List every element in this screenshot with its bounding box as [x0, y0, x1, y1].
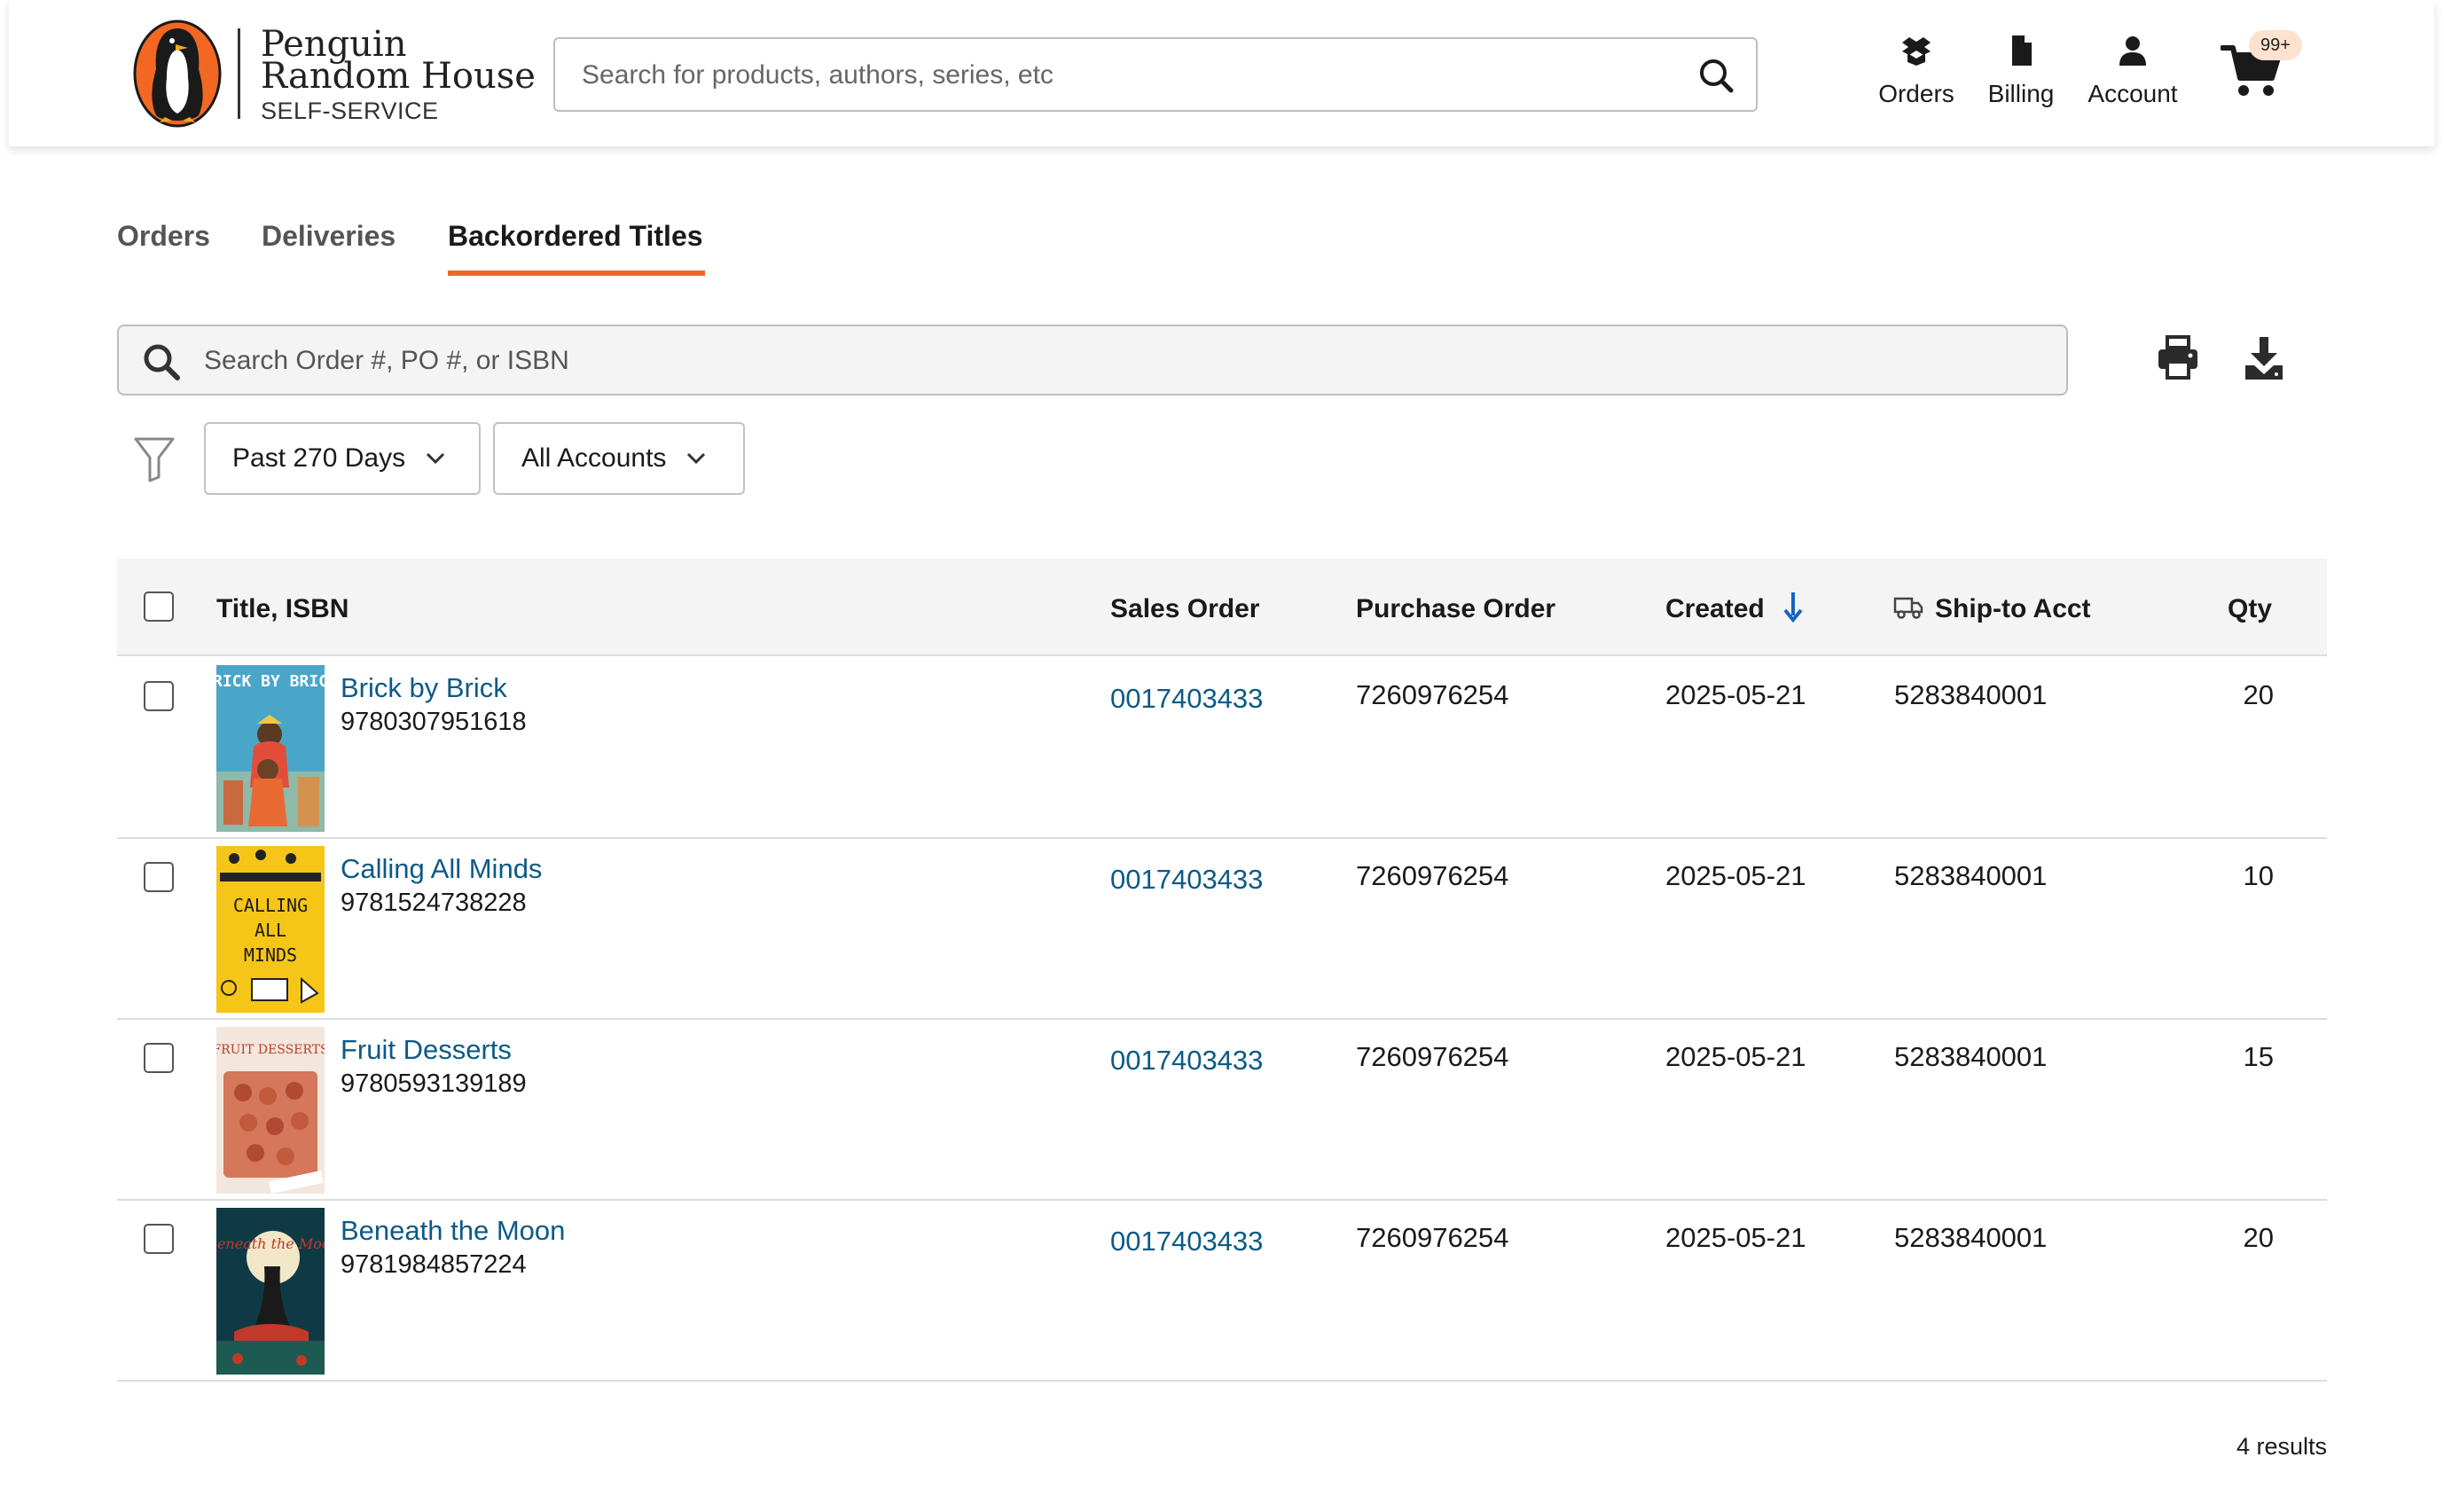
sales-order-link[interactable]: 0017403433 — [1110, 1226, 1263, 1257]
quantity: 20 — [2243, 679, 2274, 710]
cover-title-text: CALLING ALL MINDS — [270, 848, 288, 850]
ship-to-acct: 5283840001 — [1894, 1222, 2048, 1253]
cover-title-text: FRUIT DESSERTS — [216, 1043, 325, 1057]
sort-descending-icon[interactable] — [1782, 591, 1804, 623]
tab-backordered-titles[interactable]: Backordered Titles — [448, 220, 703, 253]
cover-title-text: Beneath the Moon — [216, 1235, 325, 1252]
row-checkbox[interactable] — [144, 681, 174, 711]
user-icon — [2119, 36, 2146, 66]
row-checkbox[interactable] — [144, 1043, 174, 1073]
column-ship-to-acct[interactable]: Ship-to Acct — [1935, 594, 2091, 624]
book-isbn: 9781984857224 — [341, 1250, 527, 1279]
global-search-input[interactable] — [582, 55, 1646, 96]
tab-orders[interactable]: Orders — [117, 220, 210, 253]
nav-billing[interactable]: Billing — [1979, 35, 2063, 115]
table-row: BRICK BY BRICK Brick by Brick 9780307951… — [117, 658, 2327, 839]
truck-icon — [1893, 597, 1923, 619]
date-range-value: Past 270 Days — [232, 443, 406, 473]
book-cover-image[interactable]: FRUIT DESSERTS — [216, 1027, 325, 1194]
search-icon[interactable] — [1697, 57, 1735, 94]
cart-count-badge: 99+ — [2249, 30, 2302, 60]
created-date: 2025-05-21 — [1665, 679, 1806, 710]
table-row: Beneath the Moon Beneath the Moon 978198… — [117, 1201, 2327, 1382]
svg-text:ALL: ALL — [255, 920, 286, 941]
global-search-box — [553, 37, 1758, 112]
site-header: Penguin Random House SELF-SERVICE Orders… — [9, 0, 2434, 146]
chevron-down-icon — [427, 452, 445, 465]
tab-deliveries[interactable]: Deliveries — [262, 220, 396, 253]
book-isbn: 9780593139189 — [341, 1069, 527, 1098]
quantity: 15 — [2243, 1041, 2274, 1072]
column-sales-order[interactable]: Sales Order — [1110, 594, 1259, 624]
quantity: 20 — [2243, 1222, 2274, 1253]
row-checkbox[interactable] — [144, 1224, 174, 1254]
purchase-order: 7260976254 — [1356, 1041, 1509, 1072]
row-checkbox[interactable] — [144, 862, 174, 892]
order-search-box — [117, 325, 2068, 396]
book-cover-image[interactable]: Beneath the Moon — [216, 1208, 325, 1375]
logo-divider — [238, 28, 240, 119]
table-row: CALLING ALL MINDS CALLING ALL MINDS Call… — [117, 839, 2327, 1020]
nav-account[interactable]: Account — [2079, 35, 2187, 115]
download-icon[interactable] — [2244, 337, 2284, 380]
book-cover-image[interactable]: CALLING ALL MINDS CALLING ALL MINDS — [216, 846, 325, 1013]
purchase-order: 7260976254 — [1356, 1222, 1509, 1253]
nav-orders-label: Orders — [1878, 80, 1954, 107]
filter-icon[interactable] — [133, 436, 176, 482]
table-row: FRUIT DESSERTS Fruit Desserts 9780593139… — [117, 1020, 2327, 1201]
ship-to-acct: 5283840001 — [1894, 1041, 2048, 1072]
nav-billing-label: Billing — [1987, 80, 2055, 107]
brand-subtitle: SELF-SERVICE — [261, 98, 439, 124]
created-date: 2025-05-21 — [1665, 1222, 1806, 1253]
date-range-dropdown[interactable]: Past 270 Days — [204, 422, 481, 495]
table-header: Title, ISBN Sales Order Purchase Order C… — [117, 559, 2327, 656]
book-title-link[interactable]: Brick by Brick — [341, 672, 507, 704]
book-title-link[interactable]: Fruit Desserts — [341, 1034, 512, 1066]
document-icon — [2012, 35, 2032, 66]
box-icon — [1902, 37, 1931, 66]
book-isbn: 9781524738228 — [341, 889, 527, 917]
svg-text:MINDS: MINDS — [244, 944, 297, 966]
column-created[interactable]: Created — [1665, 594, 1765, 624]
order-search-input[interactable] — [204, 341, 2022, 381]
ship-to-acct: 5283840001 — [1894, 679, 2048, 710]
column-qty[interactable]: Qty — [2228, 594, 2272, 624]
purchase-order: 7260976254 — [1356, 679, 1509, 710]
ship-to-acct: 5283840001 — [1894, 860, 2048, 891]
print-icon[interactable] — [2157, 335, 2199, 380]
search-icon — [144, 344, 180, 380]
book-isbn: 9780307951618 — [341, 708, 527, 736]
purchase-order: 7260976254 — [1356, 860, 1509, 891]
quantity: 10 — [2243, 860, 2274, 891]
book-cover-image[interactable]: BRICK BY BRICK — [216, 665, 325, 832]
results-count: 4 results — [2236, 1433, 2327, 1460]
svg-text:CALLING: CALLING — [233, 895, 308, 916]
sales-order-link[interactable]: 0017403433 — [1110, 864, 1263, 896]
nav-account-label: Account — [2088, 80, 2178, 107]
column-title-isbn: Title, ISBN — [216, 594, 349, 623]
penguin-logo[interactable] — [133, 20, 222, 128]
created-date: 2025-05-21 — [1665, 1041, 1806, 1072]
brand-name-line2: Random House — [261, 56, 536, 97]
column-purchase-order[interactable]: Purchase Order — [1356, 594, 1555, 624]
book-title-link[interactable]: Calling All Minds — [341, 853, 542, 885]
accounts-value: All Accounts — [521, 443, 667, 473]
book-title-link[interactable]: Beneath the Moon — [341, 1215, 565, 1247]
cover-title-text: BRICK BY BRICK — [216, 672, 325, 691]
select-all-checkbox[interactable] — [144, 591, 174, 622]
chevron-down-icon — [687, 452, 706, 465]
active-tab-indicator — [448, 270, 705, 276]
sales-order-link[interactable]: 0017403433 — [1110, 683, 1263, 715]
sales-order-link[interactable]: 0017403433 — [1110, 1045, 1263, 1077]
nav-orders[interactable]: Orders — [1875, 35, 1958, 115]
accounts-dropdown[interactable]: All Accounts — [493, 422, 745, 495]
created-date: 2025-05-21 — [1665, 860, 1806, 891]
